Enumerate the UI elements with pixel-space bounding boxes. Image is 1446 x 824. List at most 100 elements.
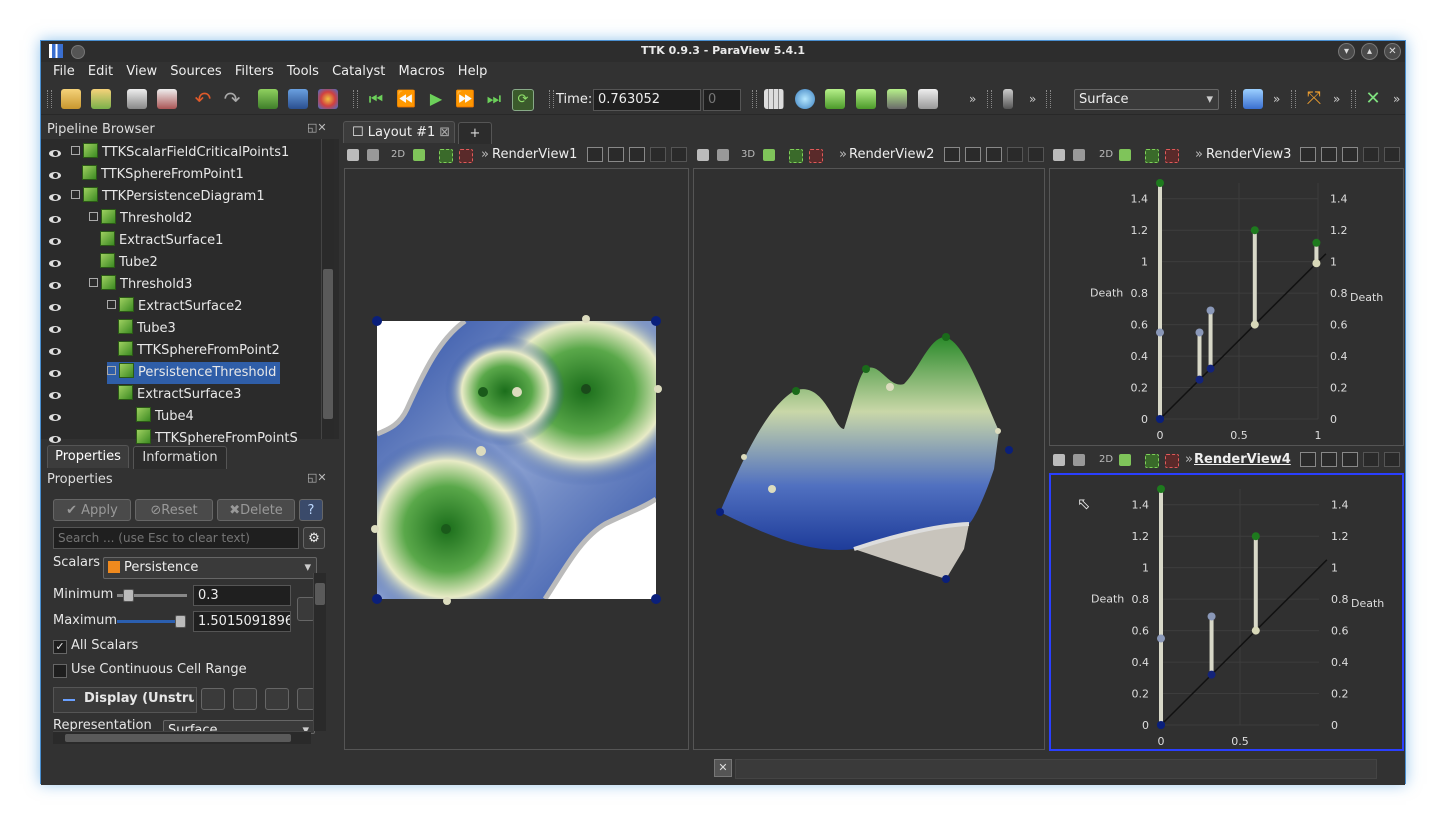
- undo-icon[interactable]: ↶: [193, 89, 213, 109]
- toolbar-grip[interactable]: [47, 90, 52, 108]
- toolbar-grip[interactable]: [987, 90, 992, 108]
- toolbar-grip[interactable]: [1291, 90, 1296, 108]
- select-frustum-icon[interactable]: [1145, 149, 1159, 163]
- toolbar-grip[interactable]: [549, 90, 554, 108]
- calculator-icon[interactable]: [764, 89, 784, 109]
- help-button[interactable]: ?: [299, 499, 323, 521]
- toolbar-grip[interactable]: [752, 90, 757, 108]
- persistence-diagram-chart-2[interactable]: 1.4 1.41.2 1.21 10.8 0.80.6 0.60.4 0.40.2 0.20 0…: [1051, 475, 1402, 749]
- contour-icon[interactable]: [795, 89, 815, 109]
- toolbar-grip[interactable]: [1351, 90, 1356, 108]
- menu-sources[interactable]: Sources: [170, 62, 221, 79]
- color-palette-icon[interactable]: [318, 89, 338, 109]
- restore-view-icon[interactable]: [1363, 452, 1379, 467]
- reload-icon[interactable]: [265, 688, 289, 710]
- tab-layout-1[interactable]: ☐ Layout #1 ⊠: [343, 121, 455, 143]
- properties-search-input[interactable]: [53, 527, 299, 549]
- disconnect-icon[interactable]: [157, 89, 177, 109]
- menu-help[interactable]: Help: [458, 62, 488, 79]
- render-view-4[interactable]: 1.4 1.4 1.2 1.2 1 1 0.8 0.8 0.6 0.6 0.4 0.4 0.2 0.2 0 0…: [1049, 473, 1404, 751]
- pipeline-item[interactable]: ExtractSurface1: [89, 230, 227, 252]
- visibility-eye-icon[interactable]: [49, 414, 61, 421]
- toolbar-grip[interactable]: [1046, 90, 1051, 108]
- camera-view-icon[interactable]: [1119, 454, 1131, 466]
- select-points-icon[interactable]: [1073, 149, 1085, 161]
- clear-selection-icon[interactable]: [459, 149, 473, 163]
- tab-properties[interactable]: Properties: [47, 445, 129, 468]
- apply-button[interactable]: ✔ Apply: [53, 499, 131, 521]
- extract-subset-icon[interactable]: [918, 89, 938, 109]
- menu-catalyst[interactable]: Catalyst: [332, 62, 385, 79]
- persistence-diagram-chart-1[interactable]: 1.4 1.41.2 1.21 10.8 0.80.6 0.60.4 0.40.2 0.20 0…: [1050, 169, 1403, 445]
- load-state-icon[interactable]: [91, 89, 111, 109]
- split-horizontal-icon[interactable]: [587, 147, 603, 162]
- toolbar-overflow-icon[interactable]: »: [969, 92, 976, 106]
- stop-progress-icon[interactable]: ✕: [714, 759, 732, 777]
- zoom-to-data-icon[interactable]: ✕: [1363, 89, 1383, 109]
- render-view-1[interactable]: [344, 168, 689, 750]
- pipeline-item[interactable]: Tube4: [125, 406, 198, 428]
- pipeline-item[interactable]: PersistenceThreshold: [107, 362, 281, 384]
- pipeline-item[interactable]: TTKSphereFromPoint1: [71, 164, 248, 186]
- select-frustum-icon[interactable]: [1145, 454, 1159, 468]
- split-vertical-icon[interactable]: [608, 147, 624, 162]
- render-view-2-canvas[interactable]: [694, 169, 1044, 749]
- render-view-2[interactable]: [693, 168, 1045, 750]
- maximize-view-icon[interactable]: [1342, 452, 1358, 467]
- split-horizontal-icon[interactable]: [1300, 452, 1316, 467]
- toolbar-overflow-icon[interactable]: »: [1029, 92, 1036, 106]
- select-cells-icon[interactable]: [1053, 454, 1065, 466]
- pipeline-item[interactable]: TTKSphereFromPoint2: [107, 340, 284, 362]
- restore-view-icon[interactable]: [650, 147, 666, 162]
- menu-view[interactable]: View: [126, 62, 157, 79]
- select-points-icon[interactable]: [717, 149, 729, 161]
- view-overflow-icon[interactable]: »: [481, 147, 489, 162]
- properties-hscroll[interactable]: [53, 731, 311, 744]
- close-view-icon[interactable]: [671, 147, 687, 162]
- slice-icon[interactable]: [856, 89, 876, 109]
- menu-filters[interactable]: Filters: [235, 62, 274, 79]
- advanced-gear-icon[interactable]: ⚙: [303, 527, 325, 549]
- maximum-slider-handle[interactable]: [175, 615, 186, 628]
- toolbar-grip[interactable]: [353, 90, 358, 108]
- maximize-view-icon[interactable]: [986, 147, 1002, 162]
- threshold-icon[interactable]: [887, 89, 907, 109]
- split-vertical-icon[interactable]: [1321, 452, 1337, 467]
- split-horizontal-icon[interactable]: [944, 147, 960, 162]
- color-legend-icon[interactable]: [1003, 89, 1013, 109]
- pipeline-item[interactable]: TTKPersistenceDiagram1: [71, 186, 269, 208]
- collapse-icon[interactable]: [63, 699, 75, 701]
- visibility-eye-icon[interactable]: [49, 238, 61, 245]
- split-vertical-icon[interactable]: [1321, 147, 1337, 162]
- pipeline-item[interactable]: Threshold3: [89, 274, 196, 296]
- pipeline-item[interactable]: Tube3: [107, 318, 180, 340]
- pipeline-item[interactable]: Tube2: [89, 252, 162, 274]
- time-value-field[interactable]: 0.763052: [593, 89, 701, 111]
- menu-tools[interactable]: Tools: [287, 62, 319, 79]
- view-overflow-icon[interactable]: »: [1185, 452, 1193, 467]
- play-icon[interactable]: ▶: [426, 89, 446, 109]
- visibility-eye-icon[interactable]: [49, 348, 61, 355]
- close-icon[interactable]: ✕: [1384, 43, 1401, 60]
- tree-expander-icon[interactable]: [71, 190, 80, 199]
- maximum-slider[interactable]: [117, 620, 181, 623]
- view-mode-3d[interactable]: 3D: [741, 149, 755, 160]
- minimum-field[interactable]: 0.3: [193, 585, 291, 606]
- properties-vscroll[interactable]: [313, 573, 326, 731]
- visibility-eye-icon[interactable]: [49, 282, 61, 289]
- maximum-field[interactable]: 1.50150918960: [193, 611, 291, 632]
- tree-expander-icon[interactable]: [89, 278, 98, 287]
- visibility-eye-icon[interactable]: [49, 326, 61, 333]
- redo-icon[interactable]: ↷: [222, 89, 242, 109]
- minimum-slider-handle[interactable]: [123, 589, 134, 602]
- maximize-icon[interactable]: ▴: [1361, 43, 1378, 60]
- visibility-eye-icon[interactable]: [49, 216, 61, 223]
- tree-expander-icon[interactable]: [89, 212, 98, 221]
- render-view-1-canvas[interactable]: [345, 169, 688, 749]
- clear-selection-icon[interactable]: [1165, 149, 1179, 163]
- visibility-eye-icon[interactable]: [49, 172, 61, 179]
- tab-information[interactable]: Information: [133, 446, 227, 469]
- visibility-eye-icon[interactable]: [49, 194, 61, 201]
- visibility-eye-icon[interactable]: [49, 436, 61, 443]
- minimize-icon[interactable]: ▾: [1338, 43, 1355, 60]
